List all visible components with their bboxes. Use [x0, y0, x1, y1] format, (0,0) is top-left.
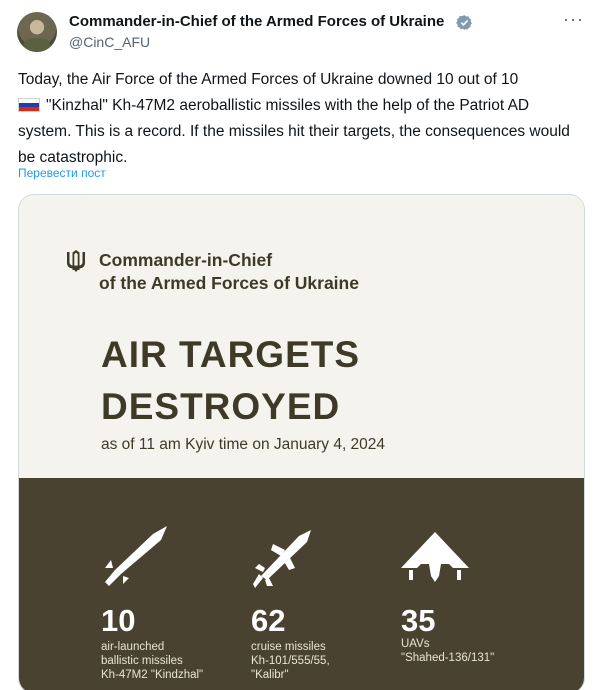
card-stats-panel: 10 air-launched ballistic missiles Kh-47…	[19, 478, 584, 690]
tweet-text: Today, the Air Force of the Armed Forces…	[18, 67, 578, 171]
avatar-uniform	[23, 38, 51, 52]
stat-number: 10	[101, 603, 136, 638]
card-org-line2: of the Armed Forces of Ukraine	[99, 273, 359, 293]
stat-label: UAVs	[401, 638, 430, 650]
stat-label: Kh-47M2 "Kindzhal"	[101, 669, 204, 681]
avatar[interactable]	[17, 12, 57, 52]
ballistic-missile-icon	[105, 526, 167, 586]
tweet: Commander-in-Chief of the Armed Forces o…	[0, 0, 596, 690]
tweet-text-part1: Today, the Air Force of the Armed Forces…	[18, 71, 519, 88]
stat-number: 35	[401, 603, 436, 638]
stat-number: 62	[251, 603, 286, 638]
russian-flag-icon	[18, 98, 40, 112]
cruise-missile-icon	[253, 530, 311, 588]
translate-post-link[interactable]: Перевести пост	[18, 166, 106, 180]
card-header-panel: Commander-in-Chief of the Armed Forces o…	[19, 195, 584, 478]
more-options-icon[interactable]: ···	[563, 10, 585, 32]
stat-label: "Shahed-136/131"	[401, 652, 495, 664]
stat-label: "Kalibr"	[251, 669, 289, 681]
trident-emblem-icon	[67, 250, 85, 272]
card-subheadline: as of 11 am Kyiv time on January 4, 2024	[101, 436, 386, 453]
author-name[interactable]: Commander-in-Chief of the Armed Forces o…	[69, 13, 444, 30]
tweet-text-part2: "Kinzhal" Kh-47M2 aeroballistic missiles…	[18, 97, 570, 166]
verified-badge-icon	[456, 15, 472, 30]
card-headline-line2: DESTROYED	[101, 386, 341, 427]
card-headline-line1: AIR TARGETS	[101, 334, 361, 375]
media-card[interactable]: Commander-in-Chief of the Armed Forces o…	[18, 194, 585, 690]
stat-label: Kh-101/555/55,	[251, 655, 330, 667]
stat-label: ballistic missiles	[101, 655, 183, 667]
author-handle[interactable]: @CinC_AFU	[69, 34, 150, 50]
uav-icon	[401, 532, 469, 582]
stat-label: air-launched	[101, 641, 165, 653]
card-org-line1: Commander-in-Chief	[99, 250, 273, 270]
stat-label: cruise missiles	[251, 641, 326, 653]
